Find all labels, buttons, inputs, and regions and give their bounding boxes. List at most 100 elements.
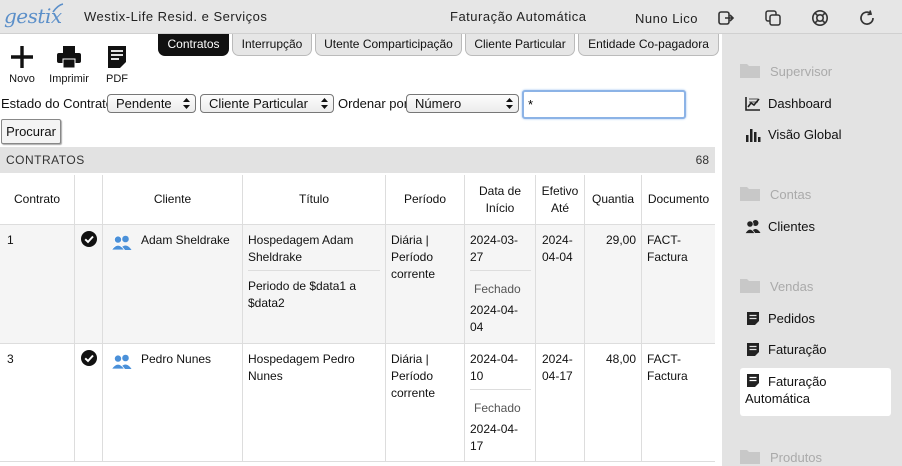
effective-date-line: 04-04 [542,250,573,264]
start-date-line: 10 [470,369,484,383]
pdf-label: PDF [106,73,128,85]
effective-date-line: 2024- [542,233,573,247]
document-line[interactable]: Factura [647,368,688,385]
pdf-button[interactable]: PDF [102,45,132,85]
help-lifebuoy-icon[interactable] [811,9,829,27]
col-header-titulo[interactable]: Título [243,175,386,225]
document-line[interactable]: FACT- [647,232,681,249]
start-date-line: 2024-04- [470,352,519,366]
page-title: Faturação Automática [450,9,587,24]
sidebar-item-label: Clientes [768,219,815,234]
document-line[interactable]: FACT- [647,351,681,368]
sidebar-group-vendas[interactable]: Vendas [770,279,813,294]
plus-icon [11,46,33,68]
document-icon [747,374,759,387]
document-icon [747,312,759,325]
print-label: Imprimir [49,73,89,85]
closed-date-line: 2024-04- [470,303,519,317]
sidebar-item-label: Dashboard [768,96,832,111]
refresh-icon[interactable] [858,9,876,27]
logout-icon[interactable] [717,9,735,27]
sidebar-item-faturacao[interactable]: Faturação [740,341,890,359]
new-button[interactable]: Novo [6,45,38,85]
folder-icon [740,450,760,464]
start-date-line: 27 [470,250,484,264]
tab-entidade-co-pagadora[interactable]: Entidade Co-pagadora [578,34,719,56]
title-line: Hospedagem Pedro [248,352,355,366]
col-header-efetivo-ate[interactable]: Efetivo Até [536,175,585,225]
table-row[interactable]: 1 Adam Sheldrake Hospedagem Adam Sheldra… [0,225,715,344]
company-name: Westix-Life Resid. e Serviços [84,9,268,24]
status-filter-label: Estado do Contrato [1,96,114,111]
status-select-value: Pendente [116,96,172,111]
sidebar-item-label: Faturação [768,374,827,389]
col-header-status [75,175,103,225]
select-arrows-icon [321,98,328,109]
sidebar-item-visao-global[interactable]: Visão Global [740,126,890,144]
sidebar-item-faturacao-automatica[interactable]: Faturação Automática [740,368,891,416]
sidebar-item-label: Faturação [768,342,827,357]
cell-divider [470,270,531,271]
period-line: Período [391,369,434,383]
col-header-efetivo-line2: Até [550,200,569,215]
contract-number[interactable]: 3 [7,351,14,368]
cell-divider [248,270,380,271]
col-header-documento[interactable]: Documento [642,175,715,225]
client-name-link[interactable]: Pedro Nunes [141,351,211,368]
client-users-icon[interactable] [111,235,133,250]
record-count: 68 [695,153,709,167]
col-header-quantia[interactable]: Quantia [585,175,642,225]
contract-number[interactable]: 1 [7,232,14,249]
status-select[interactable]: Pendente [107,94,196,113]
tab-interrupcao[interactable]: Interrupção [232,34,312,56]
select-arrows-icon [183,98,190,109]
search-box[interactable] [522,90,686,119]
check-circle-icon [81,231,97,247]
select-arrows-icon [506,98,513,109]
sidebar-item-label: Visão Global [768,127,842,142]
table-row[interactable]: 3 Pedro Nunes Hospedagem Pedro Nunes Diá… [0,344,715,462]
tab-utente-comparticipacao[interactable]: Utente Comparticipação [315,34,462,56]
col-header-efetivo-line1: Efetivo [541,183,579,198]
order-by-select-value: Número [415,96,462,111]
closed-label: Fechado [474,401,521,415]
search-button[interactable]: Procurar [1,119,61,144]
col-header-data-inicio[interactable]: Data de Início [465,175,536,225]
effective-date-line: 04-17 [542,369,573,383]
client-type-select-value: Cliente Particular [209,96,308,111]
col-header-periodo[interactable]: Período [386,175,465,225]
document-line[interactable]: Factura [647,249,688,266]
sidebar-item-dashboard[interactable]: Dashboard [740,95,890,113]
sidebar-group-supervisor[interactable]: Supervisor [770,64,832,79]
tab-cliente-particular[interactable]: Cliente Particular [465,34,575,56]
sidebar-item-pedidos[interactable]: Pedidos [740,310,890,328]
closed-date-line: 04 [470,320,484,334]
sidebar-item-label: Pedidos [768,311,815,326]
col-header-cliente[interactable]: Cliente [103,175,243,225]
sidebar-item-clientes[interactable]: Clientes [740,218,890,236]
order-by-select[interactable]: Número [406,94,519,113]
search-input[interactable] [528,93,678,115]
tab-contratos[interactable]: Contratos [158,34,229,56]
col-header-data-inicio-line1: Data de [478,183,522,198]
folder-icon [740,187,760,201]
pdf-document-icon [108,46,126,68]
sidebar-group-produtos[interactable]: Produtos [770,450,822,465]
client-name-link[interactable]: Adam Sheldrake [141,232,230,249]
col-header-data-inicio-line2: Início [485,200,515,215]
title-period-line: Periodo de $data1 a [248,279,357,293]
client-users-icon[interactable] [111,354,133,369]
amount: 29,00 [605,233,636,247]
col-header-contrato[interactable]: Contrato [0,175,75,225]
print-button[interactable]: Imprimir [47,45,91,85]
printer-icon [57,46,81,69]
sidebar-group-contas[interactable]: Contas [770,187,811,202]
windows-icon[interactable] [764,9,782,27]
period-line: Período [391,250,434,264]
section-title: CONTRATOS [6,153,85,167]
order-by-label: Ordenar por [338,96,409,111]
logo-swoosh-icon [52,3,64,13]
user-name[interactable]: Nuno Lico [635,11,698,26]
check-circle-icon [81,350,97,366]
client-type-select[interactable]: Cliente Particular [200,94,334,113]
